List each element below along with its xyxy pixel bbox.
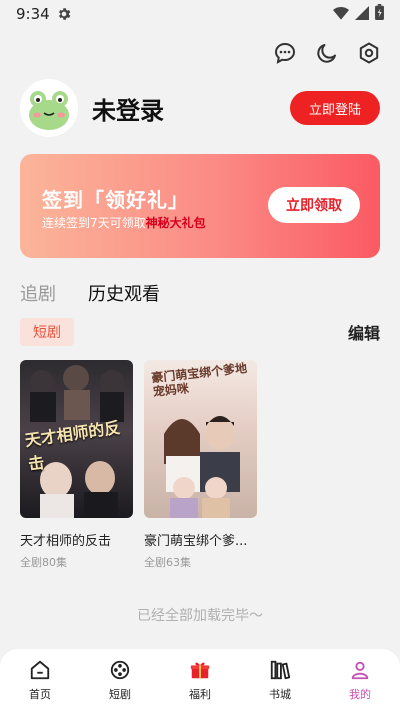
nav-short-drama[interactable]: 短剧 bbox=[80, 649, 160, 711]
settings-gear-icon bbox=[56, 6, 72, 22]
profile-icon bbox=[348, 658, 372, 682]
status-time: 9:34 bbox=[16, 5, 50, 23]
bottom-nav: 首页 短剧 福利 书城 我的 bbox=[0, 649, 400, 711]
drama-episodes: 全剧63集 bbox=[144, 556, 191, 569]
message-icon[interactable] bbox=[272, 40, 298, 66]
nav-label: 书城 bbox=[269, 688, 291, 701]
signin-subtitle: 连续签到7天可领取神秘大礼包 bbox=[42, 214, 206, 231]
film-reel-icon bbox=[108, 658, 132, 682]
nav-bookstore[interactable]: 书城 bbox=[240, 649, 320, 711]
night-mode-moon-icon[interactable] bbox=[314, 40, 340, 66]
books-icon bbox=[268, 658, 292, 682]
claim-button[interactable]: 立即领取 bbox=[268, 187, 360, 223]
nav-label: 我的 bbox=[349, 688, 371, 701]
drama-poster[interactable]: 豪门萌宝绑个爹地宠妈咪 bbox=[144, 360, 257, 518]
signin-title: 签到「领好礼」 bbox=[42, 188, 189, 212]
avatar[interactable] bbox=[20, 79, 78, 137]
nav-welfare[interactable]: 福利 bbox=[160, 649, 240, 711]
drama-card[interactable]: 豪门萌宝绑个爹地宠妈咪 豪门萌宝绑个爹... 全剧63集 bbox=[144, 360, 257, 570]
signin-subtitle-highlight: 神秘大礼包 bbox=[145, 216, 206, 230]
battery-icon bbox=[375, 4, 384, 24]
profile-header: 未登录 立即登陆 bbox=[20, 78, 380, 138]
status-indicators bbox=[333, 4, 384, 24]
drama-poster[interactable]: 天才相师的反击 bbox=[20, 360, 133, 518]
edit-button[interactable]: 编辑 bbox=[348, 320, 380, 344]
signin-banner[interactable]: 签到「领好礼」 连续签到7天可领取神秘大礼包 立即领取 bbox=[20, 154, 380, 258]
login-button[interactable]: 立即登陆 bbox=[290, 91, 380, 125]
drama-episodes: 全剧80集 bbox=[20, 556, 67, 569]
wifi-icon bbox=[333, 5, 349, 24]
short-drama-chip[interactable]: 短剧 bbox=[20, 318, 74, 346]
end-of-list-text: 已经全部加载完毕〜 bbox=[137, 608, 263, 624]
signin-subtitle-text: 连续签到7天可领取 bbox=[42, 216, 146, 230]
section-header: 短剧 编辑 bbox=[20, 318, 380, 346]
drama-card[interactable]: 天才相师的反击 天才相师的反击 全剧80集 bbox=[20, 360, 133, 570]
tab-follow[interactable]: 追剧 bbox=[20, 280, 56, 306]
settings-icon[interactable] bbox=[356, 40, 382, 66]
top-toolbar bbox=[272, 40, 382, 66]
nav-label: 首页 bbox=[29, 688, 51, 701]
tab-history[interactable]: 历史观看 bbox=[88, 280, 160, 306]
gift-icon bbox=[188, 658, 212, 682]
status-bar: 9:34 bbox=[0, 0, 400, 28]
username: 未登录 bbox=[92, 96, 164, 125]
home-icon bbox=[28, 658, 52, 682]
history-tabs: 追剧 历史观看 bbox=[20, 280, 160, 306]
nav-home[interactable]: 首页 bbox=[0, 649, 80, 711]
drama-list: 天才相师的反击 天才相师的反击 全剧80集 豪门萌宝绑个爹地宠妈咪 豪门萌宝绑个… bbox=[20, 360, 257, 570]
drama-title: 天才相师的反击 bbox=[20, 534, 112, 549]
nav-mine[interactable]: 我的 bbox=[320, 649, 400, 711]
frog-avatar-icon bbox=[20, 79, 78, 137]
drama-title: 豪门萌宝绑个爹... bbox=[144, 534, 248, 549]
nav-label: 福利 bbox=[189, 688, 211, 701]
signal-icon bbox=[355, 5, 369, 24]
nav-label: 短剧 bbox=[109, 688, 131, 701]
